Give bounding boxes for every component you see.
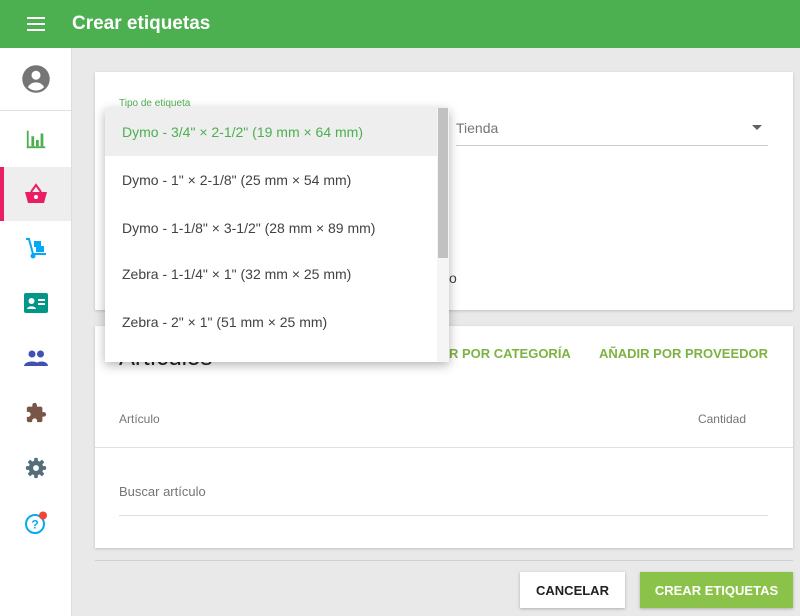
basket-icon [24, 183, 47, 203]
puzzle-icon [26, 402, 46, 423]
dropdown-scrollbar[interactable] [437, 108, 449, 362]
sidebar-item-customers[interactable] [0, 276, 71, 330]
dropdown-option[interactable]: Zebra - 2" × 1" (51 mm × 25 mm) [105, 298, 437, 346]
app-bar: Crear etiquetas [0, 0, 800, 48]
store-select-value: Tienda [456, 120, 499, 136]
store-select[interactable]: Tienda [456, 106, 768, 146]
footer-divider [95, 560, 793, 561]
create-labels-button[interactable]: CREAR ETIQUETAS [640, 572, 793, 608]
sidebar: ? [0, 48, 72, 616]
dropdown-arrow-icon [752, 125, 762, 130]
sidebar-item-profile[interactable] [0, 52, 71, 106]
hand-truck-icon [25, 238, 46, 259]
sidebar-item-inventory[interactable] [0, 221, 71, 275]
label-type-dropdown: Dymo - 3/4" × 2-1/2" (19 mm × 64 mm) Dym… [105, 108, 449, 362]
sidebar-item-integrations[interactable] [0, 386, 71, 440]
page-title: Crear etiquetas [72, 13, 211, 34]
help-circle-icon: ? [24, 511, 47, 534]
svg-text:?: ? [31, 518, 38, 532]
dropdown-option[interactable]: Dymo - 3/4" × 2-1/2" (19 mm × 64 mm) [105, 108, 437, 156]
gear-icon [25, 457, 46, 479]
sidebar-item-reports[interactable] [0, 112, 71, 166]
search-article-input[interactable]: Buscar artículo [119, 476, 768, 516]
sidebar-item-employees[interactable] [0, 331, 71, 385]
dropdown-option[interactable]: Dymo - 1" × 2-1/8" (25 mm × 54 mm) [105, 156, 437, 204]
sidebar-item-sales[interactable] [0, 167, 71, 221]
dropdown-option[interactable]: Zebra - 1-1/4" × 1" (32 mm × 25 mm) [105, 250, 437, 298]
contact-card-icon [23, 293, 48, 313]
scrollbar-thumb[interactable] [438, 108, 448, 258]
search-placeholder: Buscar artículo [119, 484, 206, 499]
notification-badge [38, 511, 47, 520]
people-icon [23, 350, 48, 366]
sidebar-item-help[interactable]: ? [0, 496, 71, 550]
dropdown-option[interactable]: Dymo - 1-1/8" × 3-1/2" (28 mm × 89 mm) [105, 204, 437, 252]
table-divider [95, 447, 793, 448]
cancel-button[interactable]: CANCELAR [520, 572, 625, 608]
hamburger-menu-icon [27, 17, 45, 31]
add-by-category-button[interactable]: R POR CATEGORÍA [449, 346, 571, 361]
sidebar-divider [0, 110, 71, 111]
account-circle-icon [21, 65, 50, 93]
bar-chart-icon [26, 130, 45, 149]
dropdown-list: Dymo - 3/4" × 2-1/2" (19 mm × 64 mm) Dym… [105, 108, 437, 362]
sidebar-item-settings[interactable] [0, 441, 71, 495]
menu-button[interactable] [0, 0, 72, 48]
column-header-article: Artículo [119, 412, 160, 426]
add-by-supplier-button[interactable]: AÑADIR POR PROVEEDOR [599, 346, 768, 361]
partial-option-text: o [449, 270, 457, 286]
column-header-quantity: Cantidad [697, 412, 746, 426]
